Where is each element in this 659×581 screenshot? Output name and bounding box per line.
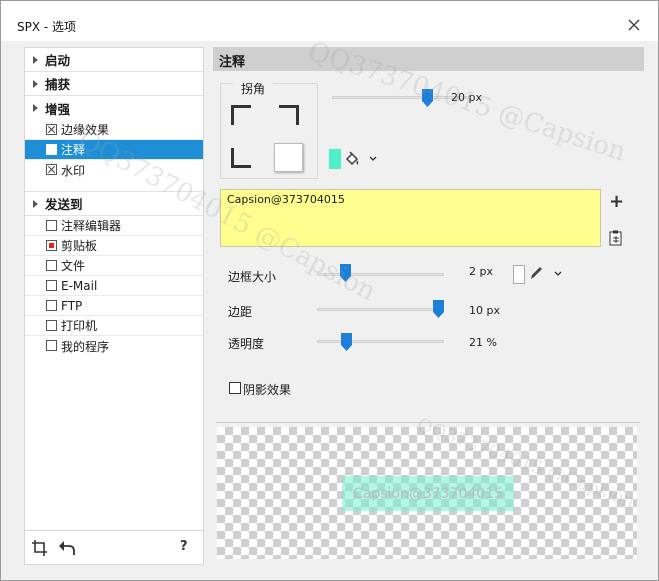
panel-header: 注释 bbox=[213, 47, 644, 71]
expand-arrow-icon[interactable] bbox=[33, 56, 38, 64]
section-enhance[interactable]: 增强 bbox=[25, 96, 203, 120]
help-button[interactable]: ? bbox=[180, 539, 188, 554]
nav-item-label: 水印 bbox=[61, 163, 86, 178]
navigation-footer: ? bbox=[25, 530, 203, 564]
section-capture[interactable]: 捕获 bbox=[25, 72, 203, 96]
border-size-value: 2 px bbox=[469, 265, 493, 278]
crop-icon[interactable] bbox=[31, 539, 49, 557]
navigation-tree: 启动 捕获 增强 边缘效果 注释 水印 发送到 注释编辑器 剪贴板 文件 E-M… bbox=[25, 48, 203, 356]
nav-item-annotation-editor[interactable]: 注释编辑器 bbox=[25, 216, 203, 236]
nav-item-label: E-Mail bbox=[61, 278, 98, 293]
section-label: 启动 bbox=[45, 53, 71, 68]
checkbox-unchecked[interactable] bbox=[46, 280, 57, 291]
checkbox-unchecked[interactable] bbox=[46, 300, 57, 311]
navigation-panel: 启动 捕获 增强 边缘效果 注释 水印 发送到 注释编辑器 剪贴板 文件 E-M… bbox=[24, 47, 204, 565]
border-color-swatch[interactable] bbox=[513, 265, 525, 284]
section-separator bbox=[25, 180, 203, 192]
corner-radius-value: 20 px bbox=[451, 91, 482, 104]
nav-item-my-program[interactable]: 我的程序 bbox=[25, 336, 203, 356]
annotation-preview: Capsion@373704015 bbox=[217, 427, 637, 559]
section-startup[interactable]: 启动 bbox=[25, 48, 203, 72]
checkbox-unchecked[interactable] bbox=[46, 320, 57, 331]
margin-slider[interactable] bbox=[317, 308, 444, 311]
corner-preview bbox=[274, 143, 303, 172]
close-button[interactable] bbox=[625, 16, 643, 34]
checkbox-unchecked[interactable] bbox=[46, 220, 57, 231]
options-window: SPX - 选项 启动 捕获 增强 边缘效果 注释 水印 发送到 注释编辑器 剪… bbox=[0, 0, 659, 581]
margin-slider-thumb[interactable] bbox=[433, 300, 444, 318]
nav-item-ftp[interactable]: FTP bbox=[25, 296, 203, 316]
border-size-slider[interactable] bbox=[317, 273, 444, 276]
preview-stamp: Capsion@373704015 bbox=[342, 476, 514, 511]
shadow-checkbox[interactable] bbox=[229, 382, 241, 394]
shadow-label: 阴影效果 bbox=[243, 383, 292, 397]
expand-arrow-icon[interactable] bbox=[33, 80, 38, 88]
section-label: 捕获 bbox=[45, 77, 71, 92]
corner-bracket-top-left bbox=[231, 105, 251, 125]
nav-item-label: 我的程序 bbox=[61, 339, 110, 354]
nav-item-label: 剪贴板 bbox=[61, 239, 98, 253]
checkbox-unchecked[interactable] bbox=[46, 144, 57, 155]
margin-value: 10 px bbox=[469, 304, 500, 317]
nav-item-clipboard[interactable]: 剪贴板 bbox=[25, 236, 203, 256]
section-send-to[interactable]: 发送到 bbox=[25, 192, 203, 216]
border-size-slider-thumb[interactable] bbox=[340, 264, 351, 282]
checkbox-unchecked[interactable] bbox=[46, 340, 57, 351]
corner-bracket-top-right bbox=[279, 105, 299, 125]
pen-icon[interactable] bbox=[529, 265, 543, 281]
undo-icon[interactable] bbox=[58, 539, 76, 557]
corner-radius-slider-thumb[interactable] bbox=[422, 89, 433, 107]
checkbox-checked[interactable] bbox=[46, 164, 57, 175]
chevron-down-icon[interactable] bbox=[554, 271, 562, 277]
annotation-color-swatch[interactable] bbox=[329, 149, 341, 169]
opacity-value: 21 % bbox=[469, 336, 497, 349]
nav-item-label: 注释编辑器 bbox=[61, 219, 122, 233]
nav-item-label: 边缘效果 bbox=[61, 123, 110, 137]
corner-bracket-bottom-left bbox=[231, 148, 251, 168]
expand-arrow-icon[interactable] bbox=[33, 200, 38, 208]
margin-label: 边距 bbox=[228, 305, 253, 319]
expand-arrow-icon[interactable] bbox=[33, 104, 38, 112]
annotation-settings-panel: 注释 拐角 20 px Capsion@373704015 + 边框大小 2 p… bbox=[213, 47, 644, 565]
nav-item-email[interactable]: E-Mail bbox=[25, 276, 203, 296]
opacity-label: 透明度 bbox=[228, 337, 265, 351]
corner-groupbox: 拐角 bbox=[220, 80, 318, 179]
chevron-down-icon[interactable] bbox=[369, 156, 377, 162]
add-text-button[interactable]: + bbox=[609, 191, 624, 212]
nav-item-label: 注释 bbox=[61, 143, 86, 157]
opacity-slider-thumb[interactable] bbox=[341, 333, 352, 351]
checkbox-unchecked[interactable] bbox=[46, 260, 57, 271]
close-icon bbox=[628, 19, 640, 31]
nav-item-label: FTP bbox=[61, 298, 83, 313]
section-label: 发送到 bbox=[45, 197, 83, 212]
border-size-label: 边框大小 bbox=[228, 270, 277, 284]
checkbox-active[interactable] bbox=[46, 240, 57, 251]
fill-bucket-icon[interactable] bbox=[344, 151, 360, 167]
section-label: 增强 bbox=[45, 101, 71, 117]
checkbox-checked[interactable] bbox=[46, 124, 57, 135]
window-title: SPX - 选项 bbox=[17, 20, 77, 34]
nav-item-printer[interactable]: 打印机 bbox=[25, 316, 203, 336]
nav-item-watermark[interactable]: 水印 bbox=[25, 160, 203, 180]
nav-item-file[interactable]: 文件 bbox=[25, 256, 203, 276]
nav-item-annotation[interactable]: 注释 bbox=[25, 140, 203, 160]
nav-item-edge-effect[interactable]: 边缘效果 bbox=[25, 120, 203, 140]
title-bar: SPX - 选项 bbox=[1, 1, 658, 41]
corner-label: 拐角 bbox=[233, 80, 274, 97]
nav-item-label: 文件 bbox=[61, 259, 86, 273]
nav-item-label: 打印机 bbox=[61, 319, 98, 333]
paste-icon[interactable] bbox=[609, 230, 623, 246]
opacity-slider[interactable] bbox=[317, 340, 444, 343]
annotation-text-field[interactable]: Capsion@373704015 bbox=[220, 189, 601, 247]
preview-divider bbox=[216, 422, 640, 423]
